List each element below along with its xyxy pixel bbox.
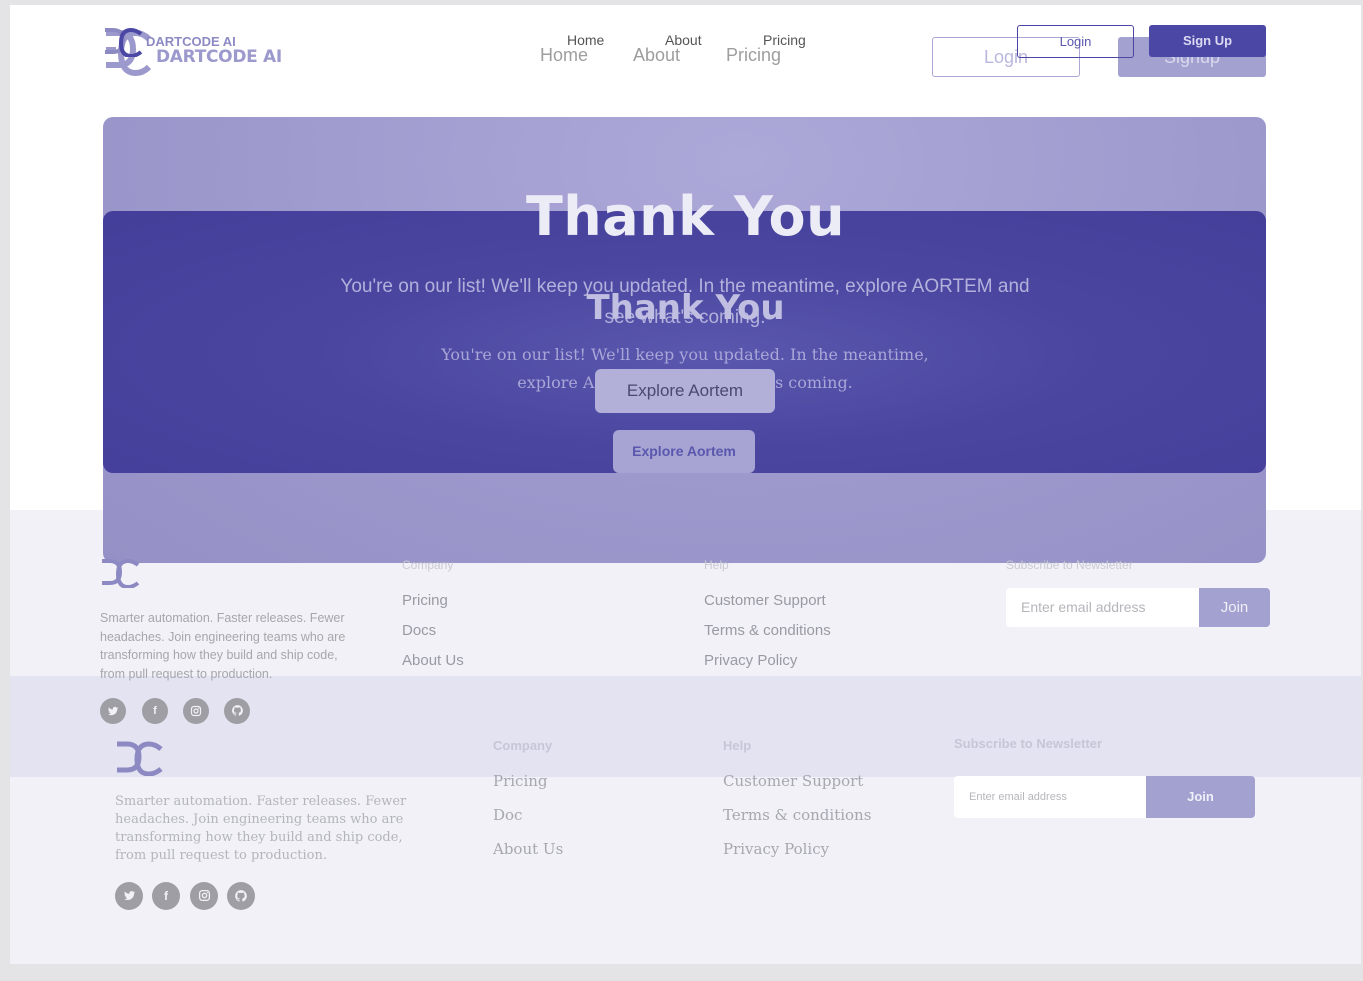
github-icon[interactable] xyxy=(227,882,255,910)
footer-band xyxy=(10,676,1361,777)
instagram-icon[interactable] xyxy=(190,882,218,910)
footer-link-terms[interactable]: Terms & conditions xyxy=(723,806,871,824)
twitter-icon[interactable] xyxy=(115,882,143,910)
page: DARTCODE AI Home About Pricing Login Sig… xyxy=(10,5,1361,964)
brand-name: DARTCODE AI xyxy=(156,47,282,67)
dartcode-logo-small-icon[interactable] xyxy=(103,27,143,57)
company-heading: Company xyxy=(402,558,454,572)
footer-link-privacy[interactable]: Privacy Policy xyxy=(723,840,829,858)
footer-link-pricing[interactable]: Pricing xyxy=(493,772,548,790)
twitter-icon[interactable] xyxy=(100,698,126,724)
footer-link-pricing[interactable]: Pricing xyxy=(402,592,448,609)
github-icon[interactable] xyxy=(224,698,250,724)
nav-link-pricing[interactable]: Pricing xyxy=(726,45,781,66)
footer-link-customer-support[interactable]: Customer Support xyxy=(723,772,863,790)
newsletter-heading: Subscribe to Newsletter xyxy=(954,736,1103,751)
help-heading: Help xyxy=(723,738,752,753)
footer-link-privacy[interactable]: Privacy Policy xyxy=(704,652,797,669)
newsletter-email-input[interactable]: Enter email address xyxy=(1006,588,1199,627)
nav-link-about[interactable]: About xyxy=(633,45,680,66)
join-button[interactable]: Join xyxy=(1146,776,1255,818)
explore-button-faded[interactable]: Explore Aortem xyxy=(595,369,775,413)
signup-button[interactable]: Sign Up xyxy=(1149,25,1266,57)
company-heading: Company xyxy=(493,738,553,753)
hero-title: Thank You xyxy=(586,288,785,328)
help-heading: Help xyxy=(704,558,729,572)
footer-link-docs[interactable]: Docs xyxy=(402,622,436,639)
join-button[interactable]: Join xyxy=(1199,588,1270,627)
footer-description: Smarter automation. Faster releases. Few… xyxy=(115,794,407,863)
nav-link-home[interactable]: Home xyxy=(540,45,588,66)
facebook-icon[interactable]: f xyxy=(142,698,168,724)
footer-link-terms[interactable]: Terms & conditions xyxy=(704,622,831,639)
newsletter-email-input[interactable]: Enter email address xyxy=(954,776,1146,818)
hero-title-faded: Thank You xyxy=(525,185,846,248)
brand-name: DARTCODE AI xyxy=(146,34,236,49)
footer-link-customer-support[interactable]: Customer Support xyxy=(704,592,826,609)
nav-link-pricing[interactable]: Pricing xyxy=(763,32,806,48)
facebook-icon[interactable]: f xyxy=(152,882,180,910)
nav-link-about[interactable]: About xyxy=(665,32,702,48)
footer-link-about-us[interactable]: About Us xyxy=(402,652,464,669)
footer-link-doc[interactable]: Doc xyxy=(493,806,522,824)
newsletter-heading: Subscribe to Newsletter xyxy=(1006,558,1133,572)
footer-logo-icon xyxy=(117,741,163,776)
instagram-icon[interactable] xyxy=(183,698,209,724)
footer-logo-icon xyxy=(102,558,140,588)
nav-link-home[interactable]: Home xyxy=(567,32,604,48)
footer-description: Smarter automation. Faster releases. Few… xyxy=(100,611,346,682)
footer-link-about-us[interactable]: About Us xyxy=(493,840,563,858)
explore-button[interactable]: Explore Aortem xyxy=(613,430,755,473)
login-button[interactable]: Login xyxy=(1017,25,1134,58)
